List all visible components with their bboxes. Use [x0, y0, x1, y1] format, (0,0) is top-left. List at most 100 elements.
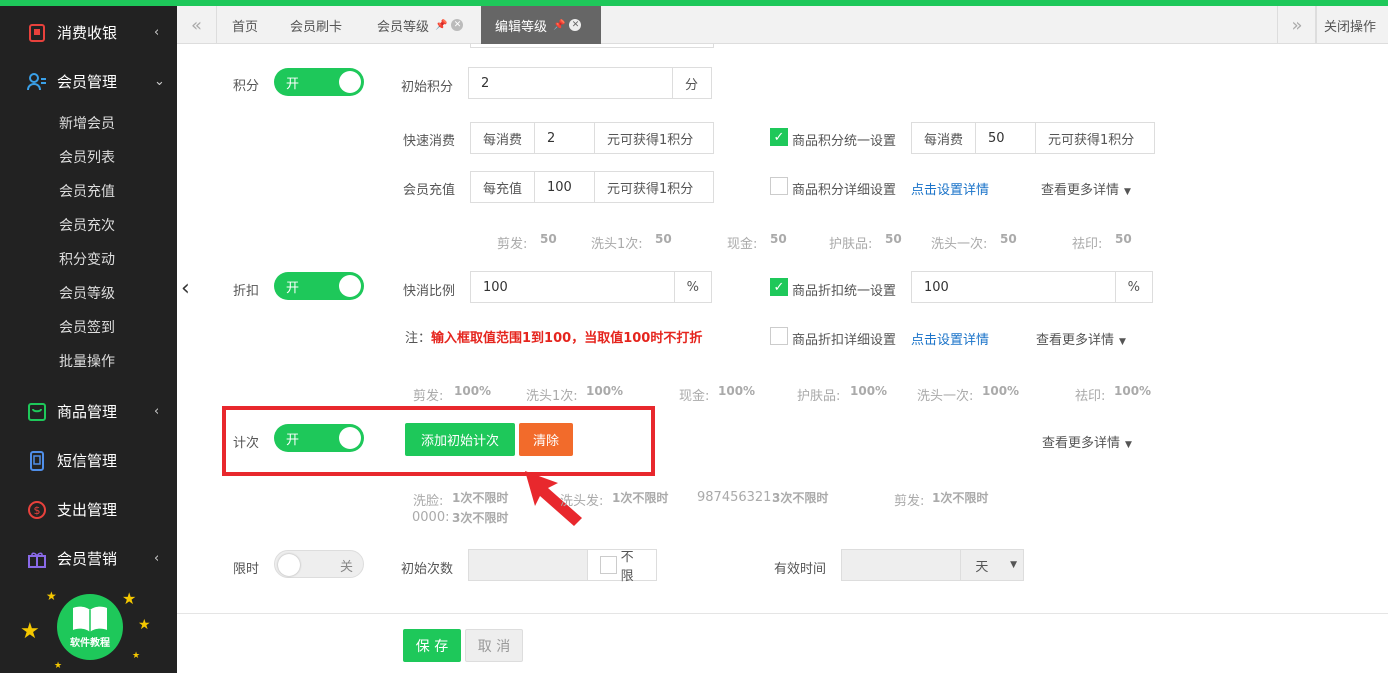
caret-down-icon: ▼: [1124, 187, 1131, 197]
add-initial-count-button[interactable]: 添加初始计次: [405, 423, 515, 456]
svg-text:$: $: [34, 504, 41, 517]
discount-uniform-checkbox[interactable]: ✓: [770, 278, 788, 296]
tab-member-card[interactable]: 会员刷卡: [276, 6, 356, 44]
recharge-input-group: 每充值 100 元可获得1积分: [470, 171, 714, 203]
expense-icon: $: [27, 500, 47, 520]
caret-down-icon: ▼: [1010, 560, 1017, 570]
discount-uniform-input-group: 100 %: [911, 271, 1153, 303]
discount-note: 注：输入框取值范围1到100，当取值100时不打折: [405, 331, 703, 346]
discount-more-dropdown[interactable]: 查看更多详情 ▼: [1036, 329, 1126, 348]
caret-down-icon: ▼: [1119, 337, 1126, 347]
close-icon[interactable]: ✕: [569, 19, 582, 31]
star-icon: ★: [20, 619, 40, 644]
points-detail-link[interactable]: 点击设置详情: [911, 179, 989, 198]
sms-icon: [27, 450, 47, 471]
cashier-icon: [27, 23, 47, 43]
sidebar-sub-item[interactable]: 会员充值: [59, 181, 115, 201]
sidebar-sub-item[interactable]: 积分变动: [59, 249, 115, 269]
discount-toggle[interactable]: 开: [274, 272, 364, 300]
sidebar-item-cashier[interactable]: 消费收银 ‹: [0, 8, 177, 57]
chevron-left-icon: ‹: [154, 551, 160, 566]
software-tutorial-badge[interactable]: 软件教程: [57, 594, 123, 660]
star-icon: ★: [122, 589, 137, 608]
scrolled-input-edge: [470, 44, 714, 48]
close-icon[interactable]: ✕: [451, 19, 464, 31]
points-uniform-checkbox[interactable]: ✓: [770, 128, 788, 146]
tab-home[interactable]: 首页: [218, 6, 272, 44]
cancel-button[interactable]: 取 消: [465, 629, 523, 662]
clear-button[interactable]: 清除: [519, 423, 573, 456]
valid-time-input[interactable]: [842, 550, 962, 580]
points-more-dropdown[interactable]: 查看更多详情 ▼: [1041, 179, 1131, 198]
goods-icon: [27, 402, 47, 422]
sidebar-sub-item[interactable]: 批量操作: [59, 351, 115, 371]
sidebar-sub-item[interactable]: 新增会员: [59, 113, 115, 133]
initial-points-input-group: 2 分: [468, 67, 712, 99]
discount-detail-link[interactable]: 点击设置详情: [911, 329, 989, 348]
points-uniform-input-group: 每消费 50 元可获得1积分: [911, 122, 1155, 154]
member-recharge-label: 会员充值: [403, 183, 456, 198]
unlimited-checkbox[interactable]: [600, 556, 617, 574]
tab-scroll-right-button[interactable]: »: [1277, 6, 1317, 44]
points-toggle[interactable]: 开: [274, 68, 364, 96]
initial-points-input[interactable]: 2: [469, 68, 673, 98]
initial-count-input-group: 不限: [468, 549, 657, 584]
tab-member-level[interactable]: 会员等级 📌 ✕: [363, 6, 477, 44]
divider: [177, 613, 1388, 614]
timelimit-toggle[interactable]: 关: [274, 550, 364, 578]
book-icon: [73, 606, 107, 632]
quick-ratio-input-group: 100 %: [470, 271, 712, 303]
recharge-input[interactable]: 100: [535, 172, 596, 202]
count-toggle[interactable]: 开: [274, 424, 364, 452]
quick-ratio-input[interactable]: 100: [471, 272, 675, 302]
points-label: 积分: [233, 79, 260, 94]
sidebar-item-sms[interactable]: 短信管理: [0, 436, 177, 485]
star-icon: ★: [132, 651, 141, 661]
tab-scroll-left-button[interactable]: «: [177, 6, 217, 44]
time-unit-select[interactable]: 天 ▼: [961, 550, 1023, 580]
sidebar-sub-item[interactable]: 会员充次: [59, 215, 115, 235]
initial-points-label: 初始积分: [401, 80, 454, 95]
count-label: 计次: [233, 436, 260, 451]
sidebar-sub-item[interactable]: 会员列表: [59, 147, 115, 167]
points-uniform-input[interactable]: 50: [976, 123, 1037, 153]
star-icon: ★: [46, 589, 57, 603]
chevron-down-icon: ⌄: [154, 74, 165, 89]
chevron-left-icon: ‹: [154, 404, 160, 419]
pin-icon[interactable]: 📌: [553, 20, 565, 31]
sidebar-sub-item[interactable]: 会员等级: [59, 283, 115, 303]
initial-count-input[interactable]: [469, 550, 589, 580]
sidebar-item-member[interactable]: 会员管理 ⌄: [0, 57, 177, 106]
quick-consume-input[interactable]: 2: [535, 123, 596, 153]
star-icon: ★: [54, 661, 63, 671]
initial-count-label: 初始次数: [401, 562, 454, 577]
sidebar-sub-item[interactable]: 会员签到: [59, 317, 115, 337]
unit-label: 分: [685, 77, 699, 93]
discount-detail-checkbox[interactable]: [770, 327, 788, 345]
count-more-dropdown[interactable]: 查看更多详情 ▼: [1042, 432, 1132, 451]
points-detail-checkbox[interactable]: [770, 177, 788, 195]
quick-ratio-label: 快消比例: [403, 284, 456, 299]
quick-consume-label: 快速消费: [403, 134, 456, 149]
sidebar: 消费收银 ‹ 会员管理 ⌄ 新增会员 会员列表 会员充值 会员充次 积分变动 会…: [0, 6, 177, 673]
valid-time-label: 有效时间: [774, 562, 827, 577]
discount-label: 折扣: [233, 284, 260, 299]
pin-icon[interactable]: 📌: [435, 20, 447, 31]
close-operations-dropdown[interactable]: 关闭操作: [1315, 6, 1388, 44]
sidebar-item-marketing[interactable]: 会员营销 ‹: [0, 534, 177, 583]
sidebar-item-goods[interactable]: 商品管理 ‹: [0, 387, 177, 436]
tab-edit-level[interactable]: 编辑等级 📌 ✕: [481, 6, 601, 44]
member-icon: [27, 72, 47, 92]
tab-bar: « 首页 会员刷卡 会员等级 📌 ✕ 编辑等级 📌 ✕ » 关闭操作: [177, 6, 1388, 44]
quick-consume-input-group: 每消费 2 元可获得1积分: [470, 122, 714, 154]
chevron-left-icon: ‹: [154, 25, 160, 40]
chevron-left-icon[interactable]: ‹: [181, 276, 190, 301]
caret-down-icon: ▼: [1125, 440, 1132, 450]
gift-icon: [27, 549, 47, 569]
discount-uniform-input[interactable]: 100: [912, 272, 1116, 302]
save-button[interactable]: 保 存: [403, 629, 461, 662]
star-icon: ★: [138, 617, 151, 633]
valid-time-input-group: 天 ▼: [841, 549, 1024, 581]
sidebar-item-expense[interactable]: $ 支出管理: [0, 485, 177, 534]
timelimit-label: 限时: [233, 562, 260, 577]
